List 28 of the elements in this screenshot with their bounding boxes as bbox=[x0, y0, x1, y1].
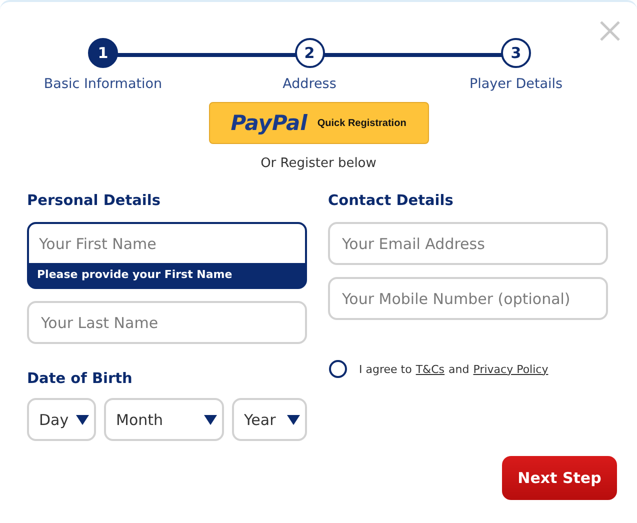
dropdown[interactable]: Day bbox=[27, 398, 96, 441]
privacy-policy-link[interactable]: Privacy Policy bbox=[473, 362, 548, 376]
caret-icon bbox=[204, 414, 217, 424]
step-circle[interactable]: 3 bbox=[501, 38, 531, 68]
caret-icon bbox=[287, 414, 300, 424]
agree-checkbox[interactable] bbox=[329, 360, 347, 378]
agree-text: and bbox=[448, 362, 470, 376]
error-message: Please provide your First Name bbox=[36, 267, 234, 283]
step-label: Player Details bbox=[469, 76, 563, 92]
section-heading: Personal Details bbox=[27, 193, 162, 209]
agree-text: I agree to bbox=[359, 362, 412, 376]
step-circle[interactable]: 2 bbox=[294, 38, 324, 68]
input-field[interactable]: Your Email Address bbox=[328, 222, 608, 265]
dropdown[interactable]: Year bbox=[232, 398, 307, 441]
input-field[interactable]: Your Mobile Number (optional) bbox=[328, 277, 608, 320]
paypal-button[interactable]: PayPal Quick Registration bbox=[208, 102, 428, 144]
dropdown[interactable]: Month bbox=[104, 398, 224, 441]
section-heading: Date of Birth bbox=[27, 371, 134, 387]
step-circle[interactable]: 1 bbox=[88, 38, 118, 68]
step-label: Basic Information bbox=[44, 76, 162, 92]
caret-icon bbox=[76, 414, 89, 424]
step-label: Address bbox=[282, 76, 336, 92]
section-heading: Contact Details bbox=[328, 193, 454, 209]
input-field[interactable]: Your Last Name bbox=[27, 301, 307, 344]
register-below-text: Or Register below bbox=[260, 156, 376, 171]
terms-link[interactable]: T&Cs bbox=[416, 362, 445, 376]
input-field[interactable]: Your First Name Please provide your First Name bbox=[27, 222, 307, 289]
next-step-button[interactable]: Next Step bbox=[502, 456, 617, 500]
